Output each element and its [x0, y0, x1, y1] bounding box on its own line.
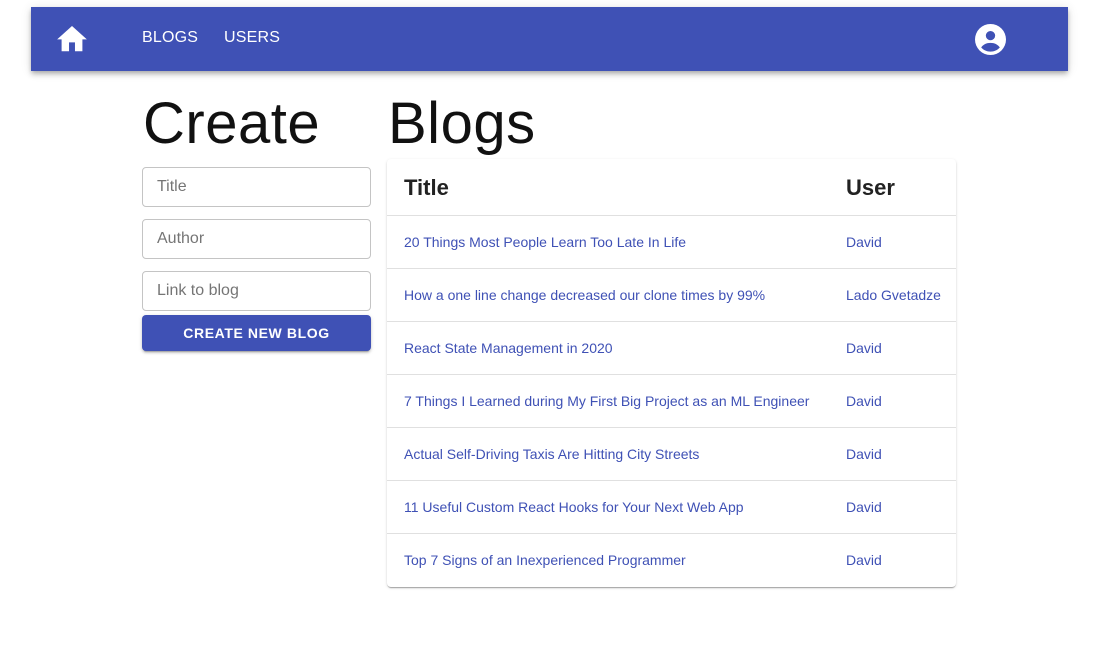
nav-link-blogs[interactable]: BLOGS [142, 29, 198, 47]
table-row: Actual Self-Driving Taxis Are Hitting Ci… [387, 428, 956, 481]
blog-user-link[interactable]: David [846, 499, 882, 515]
account-circle-icon [974, 23, 1006, 55]
blog-user-link[interactable]: David [846, 234, 882, 250]
column-header-user: User [846, 175, 895, 200]
author-field [142, 219, 371, 259]
blog-title-link[interactable]: 11 Useful Custom React Hooks for Your Ne… [404, 499, 744, 515]
title-field [142, 167, 371, 207]
blog-user-link[interactable]: David [846, 393, 882, 409]
account-button[interactable] [974, 23, 1006, 55]
blog-title-link[interactable]: Actual Self-Driving Taxis Are Hitting Ci… [404, 446, 699, 462]
author-input[interactable] [143, 220, 370, 258]
table-header: Title User [387, 159, 956, 216]
table-row: 20 Things Most People Learn Too Late In … [387, 216, 956, 269]
blog-title-link[interactable]: 7 Things I Learned during My First Big P… [404, 393, 809, 409]
blog-user-link[interactable]: Lado Gvetadze [846, 287, 941, 303]
blog-user-link[interactable]: David [846, 446, 882, 462]
title-input[interactable] [143, 168, 370, 206]
table-row: How a one line change decreased our clon… [387, 269, 956, 322]
create-heading: Create [143, 91, 321, 156]
home-icon [57, 26, 87, 52]
table-row: 11 Useful Custom React Hooks for Your Ne… [387, 481, 956, 534]
create-new-blog-button[interactable]: CREATE NEW BLOG [142, 315, 371, 351]
blog-title-link[interactable]: 20 Things Most People Learn Too Late In … [404, 234, 686, 250]
blogs-table: Title User 20 Things Most People Learn T… [387, 159, 956, 587]
blog-title-link[interactable]: How a one line change decreased our clon… [404, 287, 765, 303]
column-header-title: Title [404, 175, 449, 200]
app-bar: BLOGS USERS [31, 7, 1068, 71]
table-row: React State Management in 2020 David [387, 322, 956, 375]
blog-user-link[interactable]: David [846, 552, 882, 568]
table-row: Top 7 Signs of an Inexperienced Programm… [387, 534, 956, 587]
blog-user-link[interactable]: David [846, 340, 882, 356]
table-row: 7 Things I Learned during My First Big P… [387, 375, 956, 428]
link-input[interactable] [143, 272, 370, 310]
blogs-heading: Blogs [388, 91, 536, 156]
blog-title-link[interactable]: React State Management in 2020 [404, 340, 613, 356]
home-button[interactable] [55, 24, 89, 54]
table-body: 20 Things Most People Learn Too Late In … [387, 216, 956, 587]
link-field [142, 271, 371, 311]
blog-title-link[interactable]: Top 7 Signs of an Inexperienced Programm… [404, 552, 686, 568]
nav-link-users[interactable]: USERS [224, 29, 280, 47]
